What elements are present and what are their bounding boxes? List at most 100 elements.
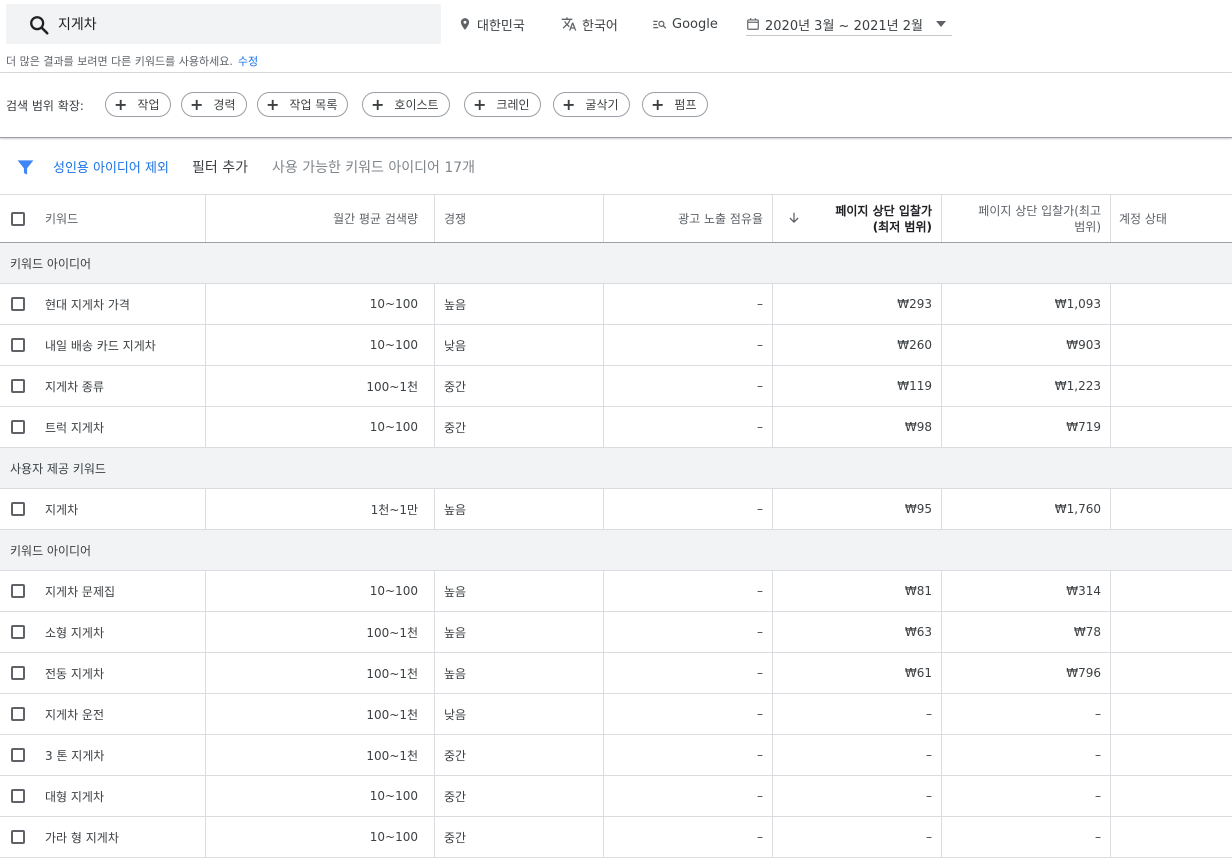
header-impression-share[interactable]: 광고 노출 점유율 [604, 195, 773, 242]
cell-competition: 낮음 [435, 325, 604, 365]
cell-volume: 1천~1만 [206, 489, 435, 529]
filter-icon[interactable] [16, 158, 35, 177]
expand-chip-crane[interactable]: + 크레인 [464, 92, 541, 117]
cell-account-status [1111, 571, 1232, 611]
edit-link[interactable]: 수정 [238, 55, 258, 68]
cell-account-status [1111, 489, 1232, 529]
select-all-checkbox[interactable] [11, 211, 25, 226]
header-bid-high[interactable]: 페이지 상단 입찰가(최고 범위) [942, 195, 1111, 242]
cell-keyword: 전동 지게차 [36, 653, 206, 693]
adult-ideas-filter[interactable]: 성인용 아이디어 제외 [53, 157, 169, 176]
cell-bid-high: ₩1,093 [942, 284, 1111, 324]
location-label: 대한민국 [477, 18, 525, 34]
table-row[interactable]: 대형 지게차 10~100 중간 – – – [0, 776, 1232, 817]
row-checkbox[interactable] [11, 625, 25, 639]
header-competition[interactable]: 경쟁 [435, 195, 604, 242]
cell-competition: 중간 [435, 735, 604, 775]
expand-label: 검색 범위 확장: [6, 99, 84, 113]
search-icon [30, 16, 49, 35]
row-checkbox[interactable] [11, 379, 25, 393]
chip-label: 펌프 [674, 98, 697, 112]
cell-impression-share: – [604, 653, 773, 693]
add-filter-button[interactable]: 필터 추가 [192, 157, 248, 177]
expand-chip-career[interactable]: + 경력 [181, 92, 247, 117]
row-checkbox[interactable] [11, 502, 25, 516]
row-checkbox[interactable] [11, 420, 25, 434]
table-row[interactable]: 3 톤 지게차 100~1천 중간 – – – [0, 735, 1232, 776]
header-account-status[interactable]: 계정 상태 [1111, 195, 1232, 242]
cell-account-status [1111, 612, 1232, 652]
cell-account-status [1111, 817, 1232, 857]
network-selector[interactable]: Google [652, 14, 718, 34]
row-checkbox[interactable] [11, 584, 25, 598]
section-header: 키워드 아이디어 [0, 243, 1232, 284]
table-row[interactable]: 지게차 운전 100~1천 낮음 – – – [0, 694, 1232, 735]
cell-bid-low: ₩81 [773, 571, 942, 611]
cell-account-status [1111, 735, 1232, 775]
chip-label: 크레인 [496, 98, 530, 112]
cell-competition: 높음 [435, 653, 604, 693]
header-bid-low[interactable]: 페이지 상단 입찰가 (최저 범위) [773, 195, 942, 242]
cell-keyword: 트럭 지게차 [36, 407, 206, 447]
cell-keyword: 소형 지게차 [36, 612, 206, 652]
table-row[interactable]: 전동 지게차 100~1천 높음 – ₩61 ₩796 [0, 653, 1232, 694]
cell-account-status [1111, 284, 1232, 324]
expand-chip-hoist[interactable]: + 호이스트 [362, 92, 450, 117]
row-checkbox[interactable] [11, 789, 25, 803]
expand-chip-pump[interactable]: + 펌프 [642, 92, 708, 117]
plus-icon: + [371, 94, 385, 114]
row-check-cell [0, 776, 36, 816]
row-checkbox[interactable] [11, 338, 25, 352]
cell-account-status [1111, 407, 1232, 447]
row-checkbox[interactable] [11, 830, 25, 844]
cell-impression-share: – [604, 817, 773, 857]
bid-high-line1: 페이지 상단 입찰가(최고 [978, 203, 1101, 218]
row-checkbox[interactable] [11, 666, 25, 680]
cell-volume: 10~100 [206, 571, 435, 611]
table-row[interactable]: 현대 지게차 가격 10~100 높음 – ₩293 ₩1,093 [0, 284, 1232, 325]
table-row[interactable]: 트럭 지게차 10~100 중간 – ₩98 ₩719 [0, 407, 1232, 448]
header-volume[interactable]: 월간 평균 검색량 [206, 195, 435, 242]
cell-bid-low: ₩293 [773, 284, 942, 324]
row-checkbox[interactable] [11, 707, 25, 721]
plus-icon: + [114, 94, 128, 114]
search-input[interactable] [58, 11, 428, 37]
location-selector[interactable]: 대한민국 [458, 14, 525, 34]
table-row[interactable]: 지게차 종류 100~1천 중간 – ₩119 ₩1,223 [0, 366, 1232, 407]
expand-chip-work[interactable]: + 작업 [105, 92, 171, 117]
table-body: 키워드 아이디어 현대 지게차 가격 10~100 높음 – ₩293 ₩1,093 내일 배… [0, 243, 1232, 858]
cell-competition: 높음 [435, 612, 604, 652]
language-selector[interactable]: 한국어 [561, 14, 618, 34]
search-box[interactable] [6, 4, 441, 44]
cell-volume: 100~1천 [206, 612, 435, 652]
cell-bid-low: ₩260 [773, 325, 942, 365]
plus-icon: + [266, 94, 280, 114]
cell-volume: 100~1천 [206, 653, 435, 693]
expand-chip-excavator[interactable]: + 굴삭기 [553, 92, 630, 117]
cell-bid-high: ₩314 [942, 571, 1111, 611]
cell-competition: 높음 [435, 284, 604, 324]
date-range-selector[interactable]: 2020년 3월 ~ 2021년 2월 [746, 13, 952, 36]
table-row[interactable]: 지게차 1천~1만 높음 – ₩95 ₩1,760 [0, 489, 1232, 530]
cell-account-status [1111, 325, 1232, 365]
row-checkbox[interactable] [11, 297, 25, 311]
dropdown-caret-icon [936, 21, 946, 27]
search-hint: 더 많은 결과를 보려면 다른 키워드를 사용하세요. 수정 [6, 53, 258, 69]
table-row[interactable]: 가라 형 지게차 10~100 중간 – – – [0, 817, 1232, 858]
bid-low-line2: (최저 범위) [872, 219, 932, 234]
table-row[interactable]: 내일 배송 카드 지게차 10~100 낮음 – ₩260 ₩903 [0, 325, 1232, 366]
header-keyword[interactable]: 키워드 [36, 195, 206, 242]
table-header: 키워드 월간 평균 검색량 경쟁 광고 노출 점유율 페이지 상단 입찰가 (최저… [0, 194, 1232, 243]
expand-chip-work-list[interactable]: + 작업 목록 [257, 92, 349, 117]
cell-volume: 10~100 [206, 325, 435, 365]
idea-count: 사용 가능한 키워드 아이디어 17개 [272, 160, 476, 176]
expand-search-row: 검색 범위 확장: + 작업 + 경력 + 작업 목록 + 호이스트 + 크레인 + 굴삭기… [0, 73, 1232, 138]
table-row[interactable]: 소형 지게차 100~1천 높음 – ₩63 ₩78 [0, 612, 1232, 653]
row-check-cell [0, 489, 36, 529]
row-check-cell [0, 366, 36, 406]
network-label: Google [672, 16, 718, 32]
cell-volume: 100~1천 [206, 694, 435, 734]
cell-bid-low: ₩61 [773, 653, 942, 693]
table-row[interactable]: 지게차 문제집 10~100 높음 – ₩81 ₩314 [0, 571, 1232, 612]
row-checkbox[interactable] [11, 748, 25, 762]
